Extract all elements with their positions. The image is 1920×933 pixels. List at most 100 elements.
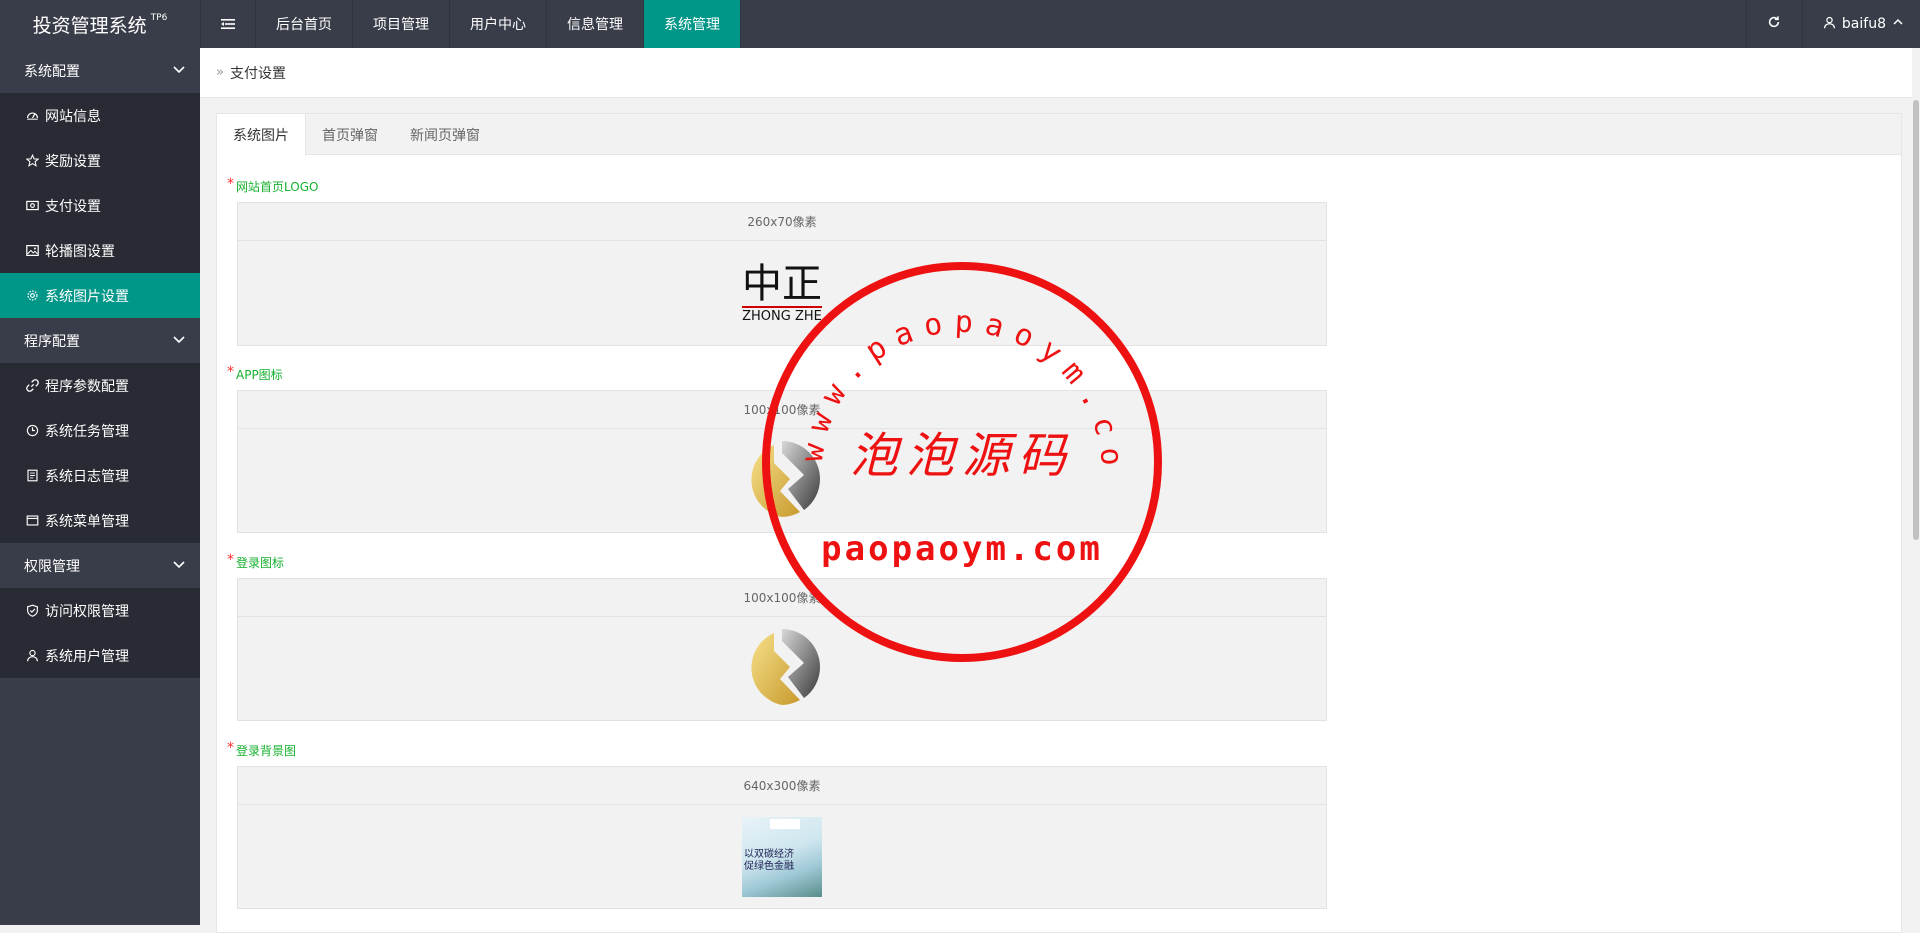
- menu-group-label: 程序配置: [24, 333, 80, 350]
- image-preview-area: [238, 617, 1326, 720]
- field-site-logo: * 网站首页LOGO 260x70像素 中正 ZHONG ZHE: [227, 176, 1327, 346]
- sidebar-item-program-params[interactable]: 程序参数配置: [0, 363, 200, 408]
- field-login-background: * 登录背景图 640x300像素 以双碳经济 促绿色金融: [227, 740, 1327, 909]
- thumb-logo: [770, 818, 800, 829]
- sidebar-item-rewards[interactable]: 奖励设置: [0, 138, 200, 183]
- menu-group-label: 权限管理: [24, 558, 80, 575]
- app-badge: TP6: [150, 13, 168, 23]
- chevron-down-icon: [172, 332, 186, 350]
- main-content: » 支付设置 系统图片 首页弹窗 新闻页弹窗 * 网站首页LOGO 260x70…: [200, 48, 1920, 933]
- thumb-text: 以双碳经济 促绿色金融: [744, 848, 794, 872]
- required-mark: *: [227, 552, 234, 568]
- shield-icon: [25, 604, 39, 618]
- clock-icon: [25, 424, 39, 438]
- breadcrumb-current[interactable]: 支付设置: [230, 63, 286, 83]
- sidebar-item-access[interactable]: 访问权限管理: [0, 588, 200, 633]
- file-icon: [25, 469, 39, 483]
- field-app-icon: * APP图标 100x100像素: [227, 364, 1327, 533]
- logo-preview-image[interactable]: 中正 ZHONG ZHE: [742, 258, 822, 328]
- sidebar-item-logs[interactable]: 系统日志管理: [0, 453, 200, 498]
- header-actions: baifu8: [1745, 0, 1920, 48]
- app-title: 投资管理系统: [32, 14, 147, 37]
- sidebar-item-label: 系统日志管理: [45, 468, 129, 485]
- size-hint: 260x70像素: [238, 203, 1326, 241]
- image-preview-area: [238, 429, 1326, 532]
- sidebar-item-menus[interactable]: 系统菜单管理: [0, 498, 200, 543]
- tab-bar: 系统图片 首页弹窗 新闻页弹窗: [217, 114, 1901, 156]
- logo-en-text: ZHONG ZHE: [742, 306, 822, 324]
- field-login-icon: * 登录图标 100x100像素: [227, 552, 1327, 721]
- sidebar-item-label: 轮播图设置: [45, 243, 115, 260]
- sidebar-item-sys-users[interactable]: 系统用户管理: [0, 633, 200, 678]
- image-preview-area: 以双碳经济 促绿色金融: [238, 805, 1326, 908]
- field-label: * 网站首页LOGO: [227, 176, 1327, 195]
- user-menu[interactable]: baifu8: [1801, 0, 1920, 48]
- upload-box[interactable]: 100x100像素: [237, 578, 1327, 721]
- menu-toggle-button[interactable]: [200, 0, 256, 48]
- sidebar-item-label: 系统任务管理: [45, 423, 129, 440]
- menu-group-system-config[interactable]: 系统配置: [0, 48, 200, 93]
- app-logo[interactable]: 投资管理系统 TP6: [0, 0, 200, 48]
- nav-home[interactable]: 后台首页: [256, 0, 353, 48]
- double-chevron-icon: »: [216, 65, 224, 80]
- hamburger-icon: [221, 18, 235, 30]
- required-mark: *: [227, 364, 234, 380]
- user-icon: [25, 649, 39, 663]
- top-header: 投资管理系统 TP6 后台首页 项目管理 用户中心 信息管理 系统管理 baifu…: [0, 0, 1920, 48]
- chevron-down-icon: [172, 557, 186, 575]
- scrollbar-thumb[interactable]: [1913, 100, 1919, 540]
- login-icon-image[interactable]: [742, 627, 822, 711]
- size-hint: 100x100像素: [238, 579, 1326, 617]
- field-label: * APP图标: [227, 364, 1327, 383]
- dashboard-icon: [25, 109, 39, 123]
- nav-projects[interactable]: 项目管理: [353, 0, 450, 48]
- upload-box[interactable]: 260x70像素 中正 ZHONG ZHE: [237, 202, 1327, 346]
- app-icon-image[interactable]: [742, 439, 822, 523]
- breadcrumb: » 支付设置: [200, 48, 1920, 98]
- field-label-text: 网站首页LOGO: [236, 179, 319, 194]
- size-hint: 100x100像素: [238, 391, 1326, 429]
- star-icon: [25, 154, 39, 168]
- refresh-icon: [1767, 15, 1781, 33]
- menu-group-permissions[interactable]: 权限管理: [0, 543, 200, 588]
- image-icon: [25, 244, 39, 258]
- menu-group-label: 系统配置: [24, 63, 80, 80]
- sidebar-item-label: 系统用户管理: [45, 648, 129, 665]
- user-icon: [1823, 16, 1836, 33]
- window-icon: [25, 514, 39, 528]
- menu-group-program-config[interactable]: 程序配置: [0, 318, 200, 363]
- sidebar-item-label: 访问权限管理: [45, 603, 129, 620]
- sidebar-item-payment[interactable]: 支付设置: [0, 183, 200, 228]
- required-mark: *: [227, 176, 234, 192]
- field-label-text: 登录背景图: [236, 743, 297, 758]
- sidebar-item-label: 奖励设置: [45, 153, 101, 170]
- upload-box[interactable]: 100x100像素: [237, 390, 1327, 533]
- sidebar-item-label: 网站信息: [45, 108, 101, 125]
- sidebar-item-system-images[interactable]: 系统图片设置: [0, 273, 200, 318]
- required-mark: *: [227, 740, 234, 756]
- sidebar-item-label: 系统图片设置: [45, 288, 129, 305]
- page-scrollbar[interactable]: [1912, 48, 1920, 925]
- sidebar-item-label: 程序参数配置: [45, 378, 129, 395]
- sidebar-item-tasks[interactable]: 系统任务管理: [0, 408, 200, 453]
- nav-info[interactable]: 信息管理: [547, 0, 644, 48]
- upload-box[interactable]: 640x300像素 以双碳经济 促绿色金融: [237, 766, 1327, 909]
- sidebar: 系统配置 网站信息 奖励设置 支付设置 轮播图设置 系统图片设置 程序配置 程序…: [0, 48, 200, 925]
- login-background-image[interactable]: 以双碳经济 促绿色金融: [742, 816, 822, 897]
- sidebar-item-carousel[interactable]: 轮播图设置: [0, 228, 200, 273]
- tab-home-popup[interactable]: 首页弹窗: [306, 114, 394, 155]
- nav-users[interactable]: 用户中心: [450, 0, 547, 48]
- image-preview-area: 中正 ZHONG ZHE: [238, 241, 1326, 345]
- settings-panel: 系统图片 首页弹窗 新闻页弹窗 * 网站首页LOGO 260x70像素 中正 Z…: [216, 113, 1902, 933]
- field-label-text: APP图标: [236, 367, 283, 382]
- tab-news-popup[interactable]: 新闻页弹窗: [394, 114, 496, 155]
- chevron-down-icon: [172, 62, 186, 80]
- tab-system-images[interactable]: 系统图片: [217, 114, 306, 156]
- refresh-button[interactable]: [1745, 0, 1802, 48]
- sidebar-item-site-info[interactable]: 网站信息: [0, 93, 200, 138]
- nav-system[interactable]: 系统管理: [644, 0, 741, 48]
- sidebar-item-label: 系统菜单管理: [45, 513, 129, 530]
- gear-icon: [25, 289, 39, 303]
- logo-cn-text: 中正: [742, 261, 822, 307]
- sidebar-item-label: 支付设置: [45, 198, 101, 215]
